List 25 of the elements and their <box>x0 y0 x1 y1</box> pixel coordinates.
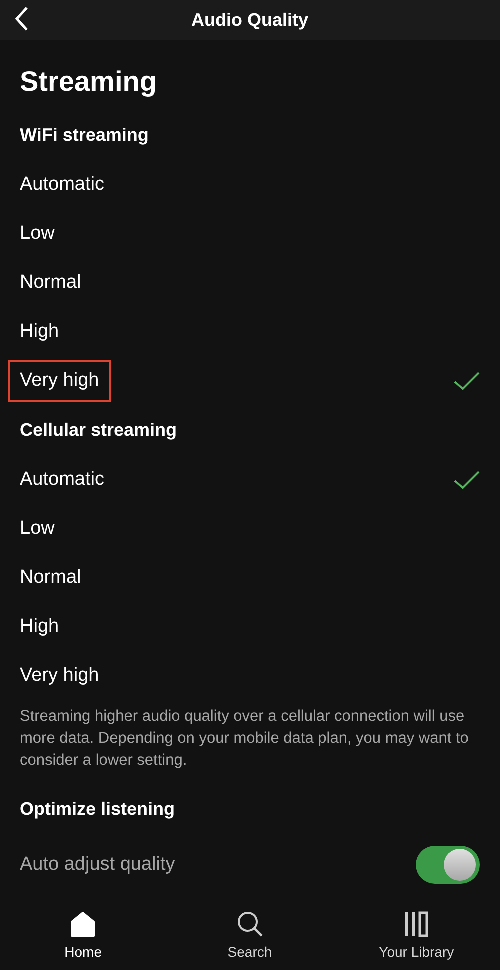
section-heading: Optimize listening <box>20 798 176 820</box>
section-heading: Cellular streaming <box>20 420 178 440</box>
back-icon[interactable] <box>14 6 30 32</box>
info-text: Streaming higher audio quality over a cellular connection will use more data. Depending on your mobile data plan, you may want to consider a lower setting. <box>20 707 470 771</box>
nav-tab[interactable]: Your Library <box>352 904 482 970</box>
quality-option[interactable]: Very high <box>8 654 112 696</box>
quality-option[interactable]: Automatic <box>8 458 116 500</box>
quality-option[interactable]: Normal <box>8 262 94 304</box>
library-icon <box>402 910 431 938</box>
page-heading: Streaming <box>20 65 158 99</box>
quality-option[interactable]: High <box>8 310 72 352</box>
screen-title: Audio Quality <box>192 10 308 30</box>
home-icon <box>69 910 98 938</box>
search-icon <box>236 910 264 938</box>
nav-tab[interactable]: Home <box>18 904 148 970</box>
setting-label: Auto adjust quality <box>20 854 176 876</box>
quality-option[interactable]: High <box>8 606 72 648</box>
quality-option[interactable]: Normal <box>8 556 94 598</box>
quality-option[interactable]: Low <box>8 212 67 254</box>
section-heading: WiFi streaming <box>20 124 149 146</box>
quality-option[interactable]: Automatic <box>8 164 116 206</box>
quality-option[interactable]: Very high <box>8 360 112 402</box>
quality-option[interactable]: Low <box>8 508 67 550</box>
toggle-switch[interactable] <box>416 846 480 884</box>
nav-tab[interactable]: Search <box>184 904 315 970</box>
